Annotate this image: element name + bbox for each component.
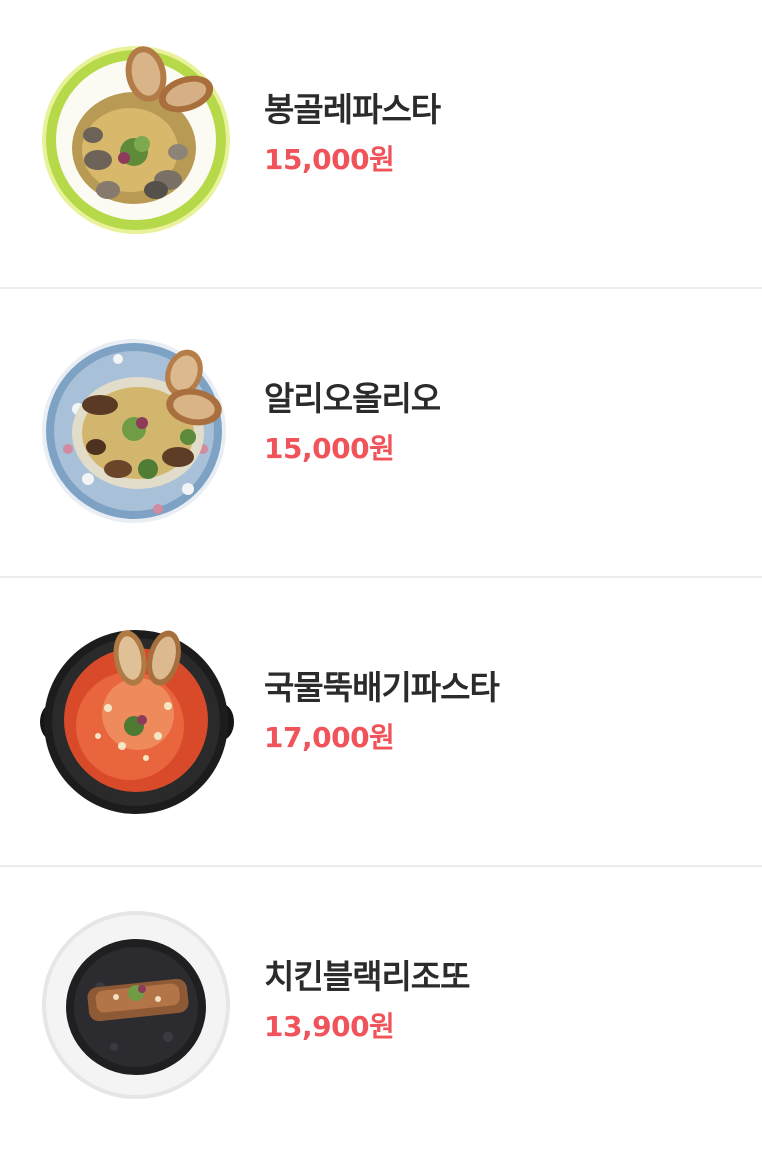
menu-item-info: 국물뚝배기파스타 17,000원 <box>264 666 500 758</box>
menu-item-soup-pasta[interactable]: 국물뚝배기파스타 17,000원 <box>0 578 762 867</box>
menu-item-name: 알리오올리오 <box>264 379 441 418</box>
menu-item-price: 15,000원 <box>264 432 395 465</box>
menu-item-name: 치킨블랙리조또 <box>264 957 471 996</box>
vongole-pasta-dish-image <box>38 40 234 236</box>
menu-item-info: 치킨블랙리조또 13,900원 <box>264 955 471 1047</box>
menu-item-name: 봉골레파스타 <box>264 90 441 129</box>
menu-list: 봉골레파스타 15,000원 알리오올리오 15,000원 국물뚝배기파스타 1… <box>0 0 762 1157</box>
menu-item-price: 17,000원 <box>264 721 395 754</box>
menu-item-info: 봉골레파스타 15,000원 <box>264 88 441 180</box>
menu-item-price: 13,900원 <box>264 1010 395 1043</box>
earthenware-soup-pasta-dish-image <box>38 618 234 814</box>
menu-item-chicken-black-risotto[interactable]: 치킨블랙리조또 13,900원 <box>0 867 762 1157</box>
menu-item-name: 국물뚝배기파스타 <box>264 668 500 707</box>
menu-item-vongole-pasta[interactable]: 봉골레파스타 15,000원 <box>0 0 762 289</box>
menu-item-aglio-olio[interactable]: 알리오올리오 15,000원 <box>0 289 762 578</box>
aglio-olio-dish-image <box>38 329 234 525</box>
chicken-black-risotto-dish-image <box>38 907 234 1103</box>
menu-item-price: 15,000원 <box>264 143 395 176</box>
menu-item-info: 알리오올리오 15,000원 <box>264 377 441 469</box>
